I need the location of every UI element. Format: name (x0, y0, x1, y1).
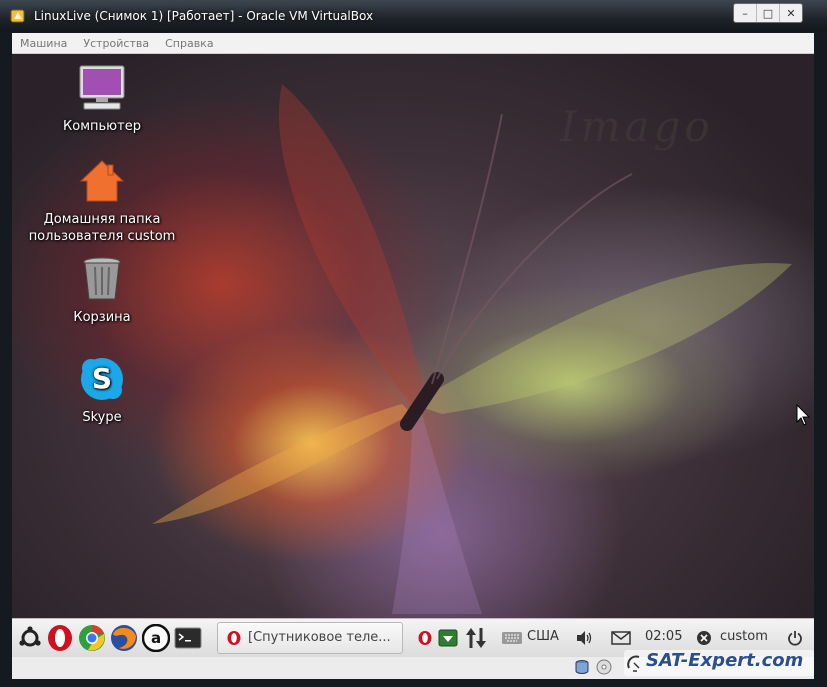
power-button[interactable] (784, 624, 806, 652)
chrome-launcher[interactable] (77, 624, 107, 652)
opera-tray-icon (418, 631, 432, 645)
desktop-icon-computer[interactable]: Компьютер (22, 64, 182, 135)
menu-machine[interactable]: Машина (20, 37, 67, 50)
desktop-icon-label: Skype (82, 410, 122, 425)
opera-icon (227, 631, 241, 645)
clock[interactable]: 02:05 (645, 629, 682, 644)
user-status-tray[interactable] (694, 624, 714, 652)
download-tray-icon (438, 629, 458, 647)
ubuntu-logo-icon (19, 626, 41, 647)
keyboard-layout-indicator[interactable]: США (527, 629, 559, 644)
terminal-icon (174, 627, 202, 649)
menu-devices[interactable]: Устройства (83, 37, 149, 50)
amazon-icon: a (142, 624, 170, 652)
desktop-icon-label: Корзина (73, 310, 131, 325)
window-titlebar[interactable]: LinuxLive (Снимок 1) [Работает] - Oracle… (0, 0, 827, 32)
home-folder-icon (79, 160, 125, 202)
hard-disk-icon[interactable] (574, 659, 590, 675)
svg-text:S: S (92, 362, 112, 395)
desktop-icon-label: Домашняя папка пользователя custom (28, 212, 176, 244)
svg-text:a: a (151, 629, 161, 647)
power-icon (788, 631, 802, 646)
keyboard-tray[interactable] (499, 624, 525, 652)
virtualbox-window: LinuxLive (Снимок 1) [Работает] - Oracle… (0, 0, 827, 687)
minimize-button[interactable]: – (734, 4, 756, 22)
virtualbox-app-icon (10, 9, 25, 23)
terminal-launcher[interactable] (173, 624, 203, 652)
maximize-button[interactable]: □ (756, 4, 779, 22)
computer-icon (79, 65, 125, 110)
caption-buttons: – □ ✕ (733, 3, 803, 23)
messaging-tray[interactable] (610, 624, 632, 652)
close-button[interactable]: ✕ (779, 4, 802, 22)
user-status-icon (697, 631, 711, 645)
opera-icon (48, 625, 72, 651)
trash-icon (83, 257, 121, 300)
firefox-launcher[interactable] (109, 624, 139, 652)
network-arrows-icon (466, 628, 486, 648)
mouse-cursor-icon (796, 404, 810, 426)
taskbar-window-button[interactable]: [Спутниковое теле... (217, 622, 403, 654)
menu-help[interactable]: Справка (165, 37, 213, 50)
vm-menubar: Машина Устройства Справка (12, 33, 814, 54)
optical-drive-icon[interactable] (596, 659, 612, 675)
window-title: LinuxLive (Снимок 1) [Работает] - Oracle… (34, 9, 374, 23)
network-tray[interactable] (462, 624, 490, 652)
keyboard-icon (502, 632, 522, 644)
guest-desktop[interactable]: Imago Компьютер Домашняя папка пользоват… (12, 54, 814, 618)
skype-icon: S (81, 358, 123, 400)
taskbar-window-label: [Спутниковое теле... (248, 630, 391, 645)
desktop-icon-label: Компьютер (63, 119, 141, 134)
watermark-text: SAT-Expert.com (646, 650, 804, 671)
desktop-icon-skype[interactable]: S Skype (22, 355, 182, 426)
username[interactable]: custom (720, 629, 768, 644)
desktop-icon-home-folder[interactable]: Домашняя папка пользователя custom (22, 157, 182, 245)
satellite-dish-icon (627, 655, 640, 672)
firefox-icon (111, 625, 137, 651)
update-tray[interactable] (437, 624, 459, 652)
opera-tray[interactable] (416, 624, 434, 652)
opera-launcher[interactable] (45, 624, 75, 652)
desktop-icon-trash[interactable]: Корзина (22, 255, 182, 326)
watermark: SAT-Expert.com (624, 650, 814, 676)
speaker-icon (577, 631, 592, 645)
amazon-launcher[interactable]: a (141, 624, 171, 652)
wallpaper-signature: Imago (560, 102, 714, 151)
volume-tray[interactable] (573, 624, 595, 652)
envelope-icon (611, 631, 631, 645)
chrome-icon (79, 625, 105, 651)
ubuntu-menu-button[interactable] (16, 624, 44, 652)
